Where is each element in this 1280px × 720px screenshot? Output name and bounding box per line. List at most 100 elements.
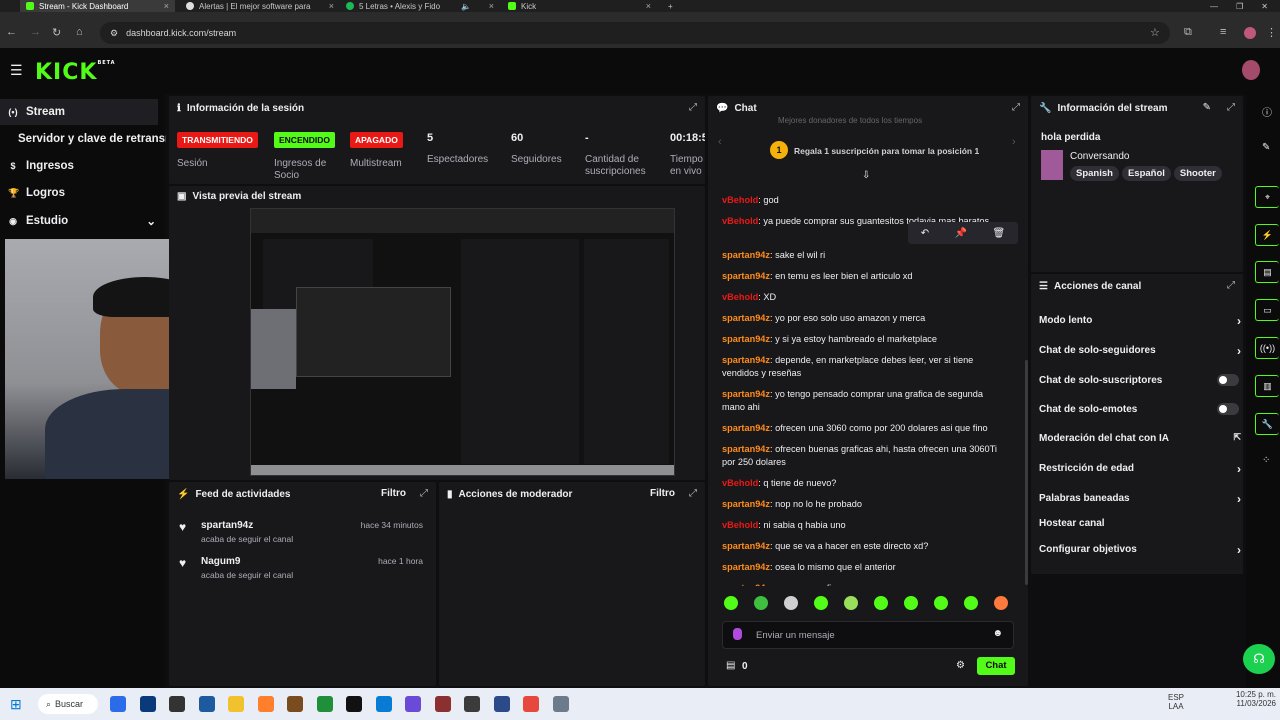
action-set-goals[interactable]: Configurar objetivos ›	[1039, 543, 1241, 557]
action-host-channel[interactable]: Hostear canal	[1039, 518, 1239, 529]
chat-username[interactable]: spartan94z	[722, 583, 770, 586]
taskbar-app-icon[interactable]	[169, 696, 185, 712]
points-icon[interactable]: ▤	[726, 660, 735, 671]
action-ai-moderation[interactable]: Moderación del chat con IA ⇱	[1039, 432, 1241, 444]
media-icon[interactable]: ≡	[1220, 26, 1226, 38]
feed-user[interactable]: Nagum9	[201, 556, 240, 567]
chat-username[interactable]: spartan94z	[722, 423, 770, 433]
forward-icon[interactable]: →	[30, 26, 41, 38]
windows-start-icon[interactable]: ⊞	[10, 696, 22, 713]
chat-username[interactable]: spartan94z	[722, 250, 770, 260]
reload-icon[interactable]: ↻	[52, 26, 61, 39]
taskbar-app-icon[interactable]	[493, 696, 510, 712]
chat-username[interactable]: vBehold	[722, 292, 758, 302]
chat-username[interactable]: vBehold	[722, 216, 758, 226]
emote-icon[interactable]	[844, 596, 858, 610]
chat-message[interactable]: vBehold: q tiene de nuevo?	[722, 477, 1008, 490]
bookmark-star-icon[interactable]: ☆	[1150, 26, 1160, 39]
chat-message[interactable]: spartan94z: yo tengo pensado comprar una…	[722, 388, 1008, 414]
tag-pill[interactable]: Shooter	[1173, 166, 1222, 181]
taskbar-app-icon[interactable]	[552, 696, 569, 712]
emote-icon[interactable]	[994, 596, 1008, 610]
stream-preview-video[interactable]	[250, 208, 675, 476]
chat-message[interactable]: spartan94z: en temu es leer bien el arti…	[722, 270, 1008, 283]
taskbar-app-icon[interactable]	[464, 696, 480, 712]
support-headset-icon[interactable]: ☊	[1243, 644, 1275, 674]
chat-username[interactable]: spartan94z	[722, 334, 770, 344]
subscribers-only-toggle[interactable]	[1217, 374, 1239, 386]
site-info-icon[interactable]: ⚙	[110, 28, 118, 39]
chat-username[interactable]: vBehold	[722, 478, 758, 488]
close-icon[interactable]: ×	[164, 1, 169, 11]
tools-icon[interactable]: 🔧	[1255, 413, 1279, 435]
feed-user[interactable]: spartan94z	[201, 520, 253, 531]
reply-icon[interactable]: ↶	[921, 228, 929, 239]
chat-message[interactable]: spartan94z: yo por eso solo uso amazon y…	[722, 312, 1008, 325]
maximize-icon[interactable]: ❐	[1236, 2, 1243, 11]
message-icon[interactable]: ▭	[1255, 299, 1279, 321]
address-bar[interactable]: ⚙ dashboard.kick.com/stream	[100, 22, 1170, 44]
browser-tab[interactable]: 5 Letras • Alexis y Fido 🔈 ×	[340, 0, 500, 12]
taskbar-app-icon[interactable]	[405, 696, 421, 712]
action-followers-only[interactable]: Chat de solo-seguidores ›	[1039, 344, 1241, 358]
chat-username[interactable]: spartan94z	[722, 499, 770, 509]
clock[interactable]: 10:25 p. m. 11/03/2026	[1196, 690, 1276, 708]
sidebar-item-logros[interactable]: 🏆 Logros	[8, 187, 65, 199]
chat-username[interactable]: spartan94z	[722, 541, 770, 551]
popout-icon[interactable]: ⤢	[420, 488, 428, 499]
edit-icon[interactable]: ✎	[1203, 102, 1211, 113]
pencil-icon[interactable]: ✎	[1262, 142, 1270, 153]
taskbar-app-icon[interactable]	[198, 696, 215, 712]
kick-logo[interactable]: KICKBETA	[35, 60, 116, 85]
language-indicator[interactable]: ESP LAA	[1168, 693, 1184, 711]
browser-tab[interactable]: Stream - Kick Dashboard ×	[20, 0, 175, 12]
browser-tab[interactable]: Kick ×	[502, 0, 657, 12]
chevron-left-icon[interactable]: ‹	[718, 136, 722, 148]
taskbar-app-icon[interactable]	[346, 696, 362, 712]
chat-message[interactable]: vBehold: god	[722, 194, 1008, 207]
sidebar-item-stream[interactable]: (•) Stream	[8, 106, 65, 118]
emote-icon[interactable]	[754, 596, 768, 610]
extensions-icon[interactable]: ⧉	[1184, 26, 1192, 39]
user-avatar[interactable]	[1242, 60, 1260, 80]
action-banned-words[interactable]: Palabras baneadas ›	[1039, 492, 1241, 506]
taskbar-search[interactable]: ⌕ Buscar	[38, 694, 98, 714]
popout-icon[interactable]: ⤢	[1227, 102, 1235, 113]
chat-message[interactable]: spartan94z: y si ya estoy hambreado el m…	[722, 333, 1008, 346]
chat-message[interactable]: spartan94z: osea lo mismo que el anterio…	[722, 561, 1008, 574]
taskbar-app-icon[interactable]	[375, 696, 392, 712]
taskbar-app-icon[interactable]	[110, 696, 126, 712]
chat-username[interactable]: spartan94z	[722, 313, 770, 323]
feed-filter-button[interactable]: Filtro	[381, 488, 406, 499]
minimize-icon[interactable]: —	[1210, 2, 1218, 11]
browser-tab[interactable]: Alertas | El mejor software para ×	[180, 0, 340, 12]
profile-avatar[interactable]	[1244, 27, 1256, 39]
emote-icon[interactable]	[784, 596, 798, 610]
home-icon[interactable]: ⌂	[76, 26, 83, 38]
emote-icon[interactable]	[904, 596, 918, 610]
sidebar-item-ingresos[interactable]: $ Ingresos	[8, 160, 73, 172]
action-slow-mode[interactable]: Modo lento ›	[1039, 314, 1241, 328]
emote-icon[interactable]	[874, 596, 888, 610]
chat-message[interactable]: spartan94z: pero con graficos	[722, 582, 1008, 586]
popout-icon[interactable]: ⤢	[1227, 280, 1235, 291]
hamburger-menu-icon[interactable]: ☰	[10, 62, 23, 79]
taskbar-app-icon[interactable]	[287, 696, 303, 712]
sidebar-item-server-key[interactable]: Servidor y clave de retransmisión	[18, 133, 166, 145]
close-window-icon[interactable]: ✕	[1261, 2, 1268, 11]
popout-icon[interactable]: ⤢	[689, 488, 697, 499]
pin-icon[interactable]: 📌	[955, 228, 967, 239]
pin-down-icon[interactable]: ⇩	[862, 170, 870, 181]
mod-filter-button[interactable]: Filtro	[650, 488, 675, 499]
taskbar-app-icon[interactable]	[434, 696, 451, 712]
chat-username[interactable]: spartan94z	[722, 444, 770, 454]
layout-icon[interactable]: ▥	[1255, 375, 1279, 397]
new-tab-button[interactable]: +	[662, 0, 682, 12]
close-icon[interactable]: ×	[646, 1, 651, 11]
crosshair-icon[interactable]: ⌖	[1255, 186, 1279, 208]
emote-icon[interactable]	[934, 596, 948, 610]
more-icon[interactable]: ⁘	[1262, 455, 1270, 466]
gift-sub-banner[interactable]: Regala 1 suscripción para tomar la posic…	[794, 146, 979, 156]
chat-username[interactable]: spartan94z	[722, 355, 770, 365]
chat-message[interactable]: spartan94z: ofrecen buenas graficas ahi,…	[722, 443, 1008, 469]
